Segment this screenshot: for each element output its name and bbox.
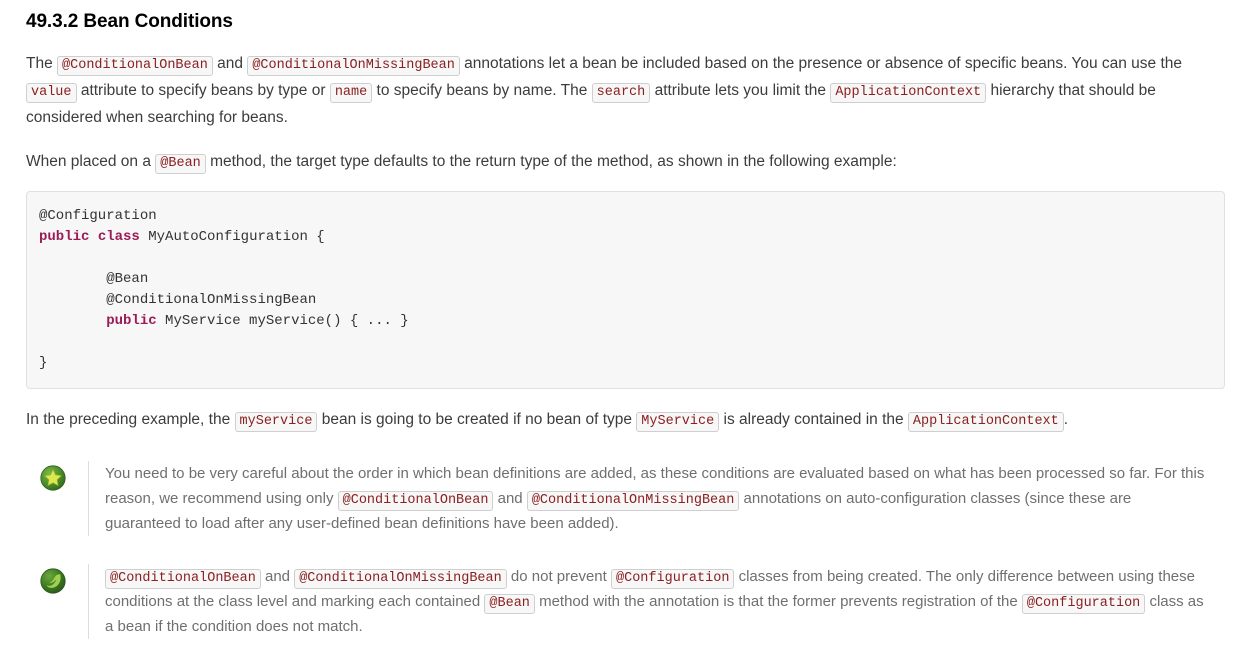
- text-fragment: and: [493, 490, 527, 507]
- inline-code-search: search: [591, 83, 651, 103]
- text-fragment: .: [1063, 411, 1069, 428]
- text-fragment: method, the target type defaults to the …: [205, 153, 897, 170]
- text-fragment: annotations let a bean be included based…: [459, 55, 1183, 72]
- text-fragment: attribute lets you limit the: [650, 82, 831, 99]
- admonition-tip: You need to be very careful about the or…: [26, 461, 1209, 536]
- inline-code-conditional-on-missing-bean-note: @ConditionalOnMissingBean: [294, 569, 507, 589]
- admonition-note-text: @ConditionalOnBean and @ConditionalOnMis…: [105, 564, 1209, 639]
- code-block-content: @Configuration public class MyAutoConfig…: [39, 206, 1210, 374]
- admonition-note-body: @ConditionalOnBean and @ConditionalOnMis…: [88, 564, 1209, 639]
- paragraph-preceding-example: In the preceding example, the myService …: [26, 406, 1209, 433]
- documentation-page: 49.3.2 Bean Conditions The @ConditionalO…: [0, 0, 1235, 639]
- inline-code-application-context: ApplicationContext: [830, 83, 987, 103]
- admonition-icon-cell: [40, 564, 88, 594]
- inline-code-bean-note: @Bean: [484, 594, 535, 614]
- code-line-4: @Bean: [106, 271, 149, 287]
- text-fragment: do not prevent: [506, 568, 611, 585]
- code-keyword-class: class: [97, 229, 140, 245]
- inline-code-conditional-on-bean-note: @ConditionalOnBean: [105, 569, 261, 589]
- inline-code-bean: @Bean: [155, 154, 206, 174]
- text-fragment: is already contained in the: [719, 411, 908, 428]
- code-block-java-example: @Configuration public class MyAutoConfig…: [26, 191, 1225, 389]
- text-fragment: to specify beans by name. The: [372, 82, 592, 99]
- text-fragment: In the preceding example, the: [26, 411, 235, 428]
- admonition-tip-body: You need to be very careful about the or…: [88, 461, 1209, 536]
- admonition-icon-cell: [40, 461, 88, 491]
- admonition-note: @ConditionalOnBean and @ConditionalOnMis…: [26, 564, 1209, 639]
- admonition-tip-text: You need to be very careful about the or…: [105, 461, 1209, 536]
- code-line-6-rest: MyService myService() { ... }: [165, 313, 409, 329]
- paragraph-bean-method-intro: When placed on a @Bean method, the targe…: [26, 148, 1209, 175]
- text-fragment: and: [212, 55, 248, 72]
- inline-code-conditional-on-bean-tip: @ConditionalOnBean: [337, 491, 494, 511]
- spring-leaf-icon: [40, 568, 66, 594]
- page-title: 49.3.2 Bean Conditions: [26, 11, 233, 32]
- inline-code-name: name: [329, 83, 373, 103]
- text-fragment: When placed on a: [26, 153, 156, 170]
- code-line-1: @Configuration: [39, 208, 157, 224]
- inline-code-my-service-type: MyService: [636, 412, 720, 432]
- text-fragment: and: [260, 568, 295, 585]
- inline-code-application-context-2: ApplicationContext: [907, 412, 1064, 432]
- code-line-2-rest: MyAutoConfiguration {: [148, 229, 325, 245]
- text-fragment: bean is going to be created if no bean o…: [317, 411, 637, 428]
- paragraph-bean-conditions-intro: The @ConditionalOnBean and @ConditionalO…: [26, 50, 1209, 131]
- code-line-5: @ConditionalOnMissingBean: [106, 292, 317, 308]
- inline-code-configuration-note-2: @Configuration: [1021, 594, 1146, 614]
- inline-code-conditional-on-bean: @ConditionalOnBean: [57, 56, 213, 76]
- text-fragment: attribute to specify beans by type or: [76, 82, 330, 99]
- inline-code-value: value: [26, 83, 77, 103]
- text-fragment: The: [26, 55, 58, 72]
- code-keyword-public: public: [39, 229, 90, 245]
- inline-code-conditional-on-missing-bean: @ConditionalOnMissingBean: [247, 56, 460, 76]
- inline-code-configuration-note-1: @Configuration: [611, 569, 735, 589]
- inline-code-conditional-on-missing-bean-tip: @ConditionalOnMissingBean: [526, 491, 740, 511]
- code-line-8: }: [39, 355, 48, 371]
- tip-star-icon: [40, 465, 66, 491]
- inline-code-my-service-bean: myService: [234, 412, 318, 432]
- code-keyword-public-2: public: [106, 313, 157, 329]
- text-fragment: method with the annotation is that the f…: [534, 593, 1022, 610]
